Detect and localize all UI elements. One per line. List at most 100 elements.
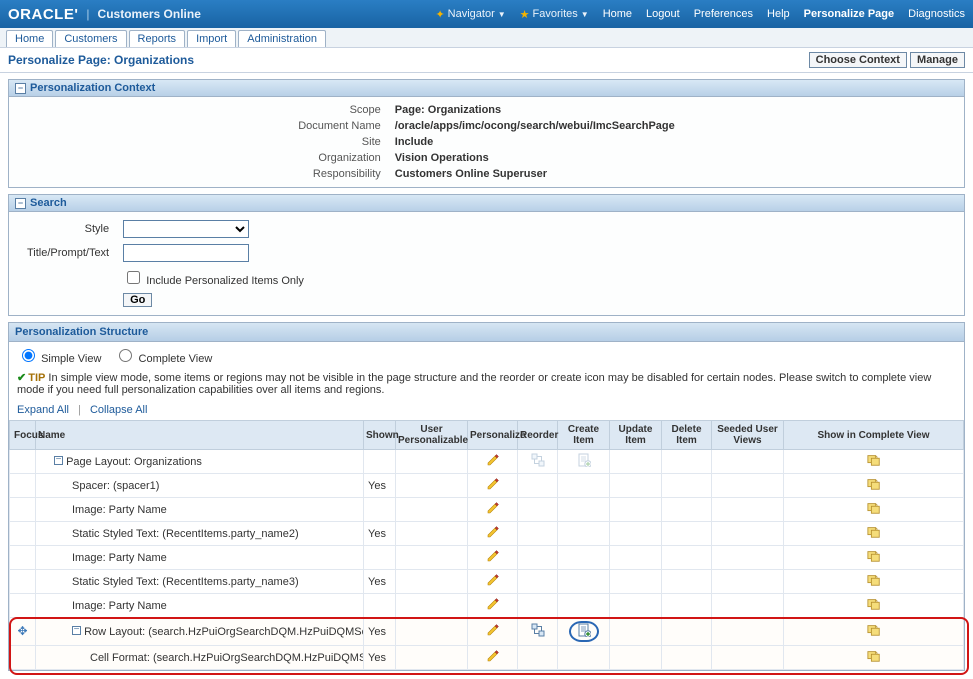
pencil-icon[interactable] (487, 481, 499, 493)
node-name: Static Styled Text: (RecentItems.party_n… (72, 576, 299, 588)
context-label: Site (292, 135, 387, 149)
oracle-logo-text: ORACLE' (8, 6, 78, 23)
node-name: Spacer: (spacer1) (72, 480, 159, 492)
expand-all-link[interactable]: Expand All (17, 404, 69, 416)
brand-block: ORACLE' | Customers Online (8, 6, 201, 23)
context-label: Document Name (292, 119, 387, 133)
preferences-link[interactable]: Preferences (694, 8, 753, 20)
show-in-complete-view-icon[interactable] (867, 628, 881, 640)
context-panel-header[interactable]: − Personalization Context (9, 80, 964, 97)
show-in-complete-view-icon[interactable] (867, 654, 881, 666)
node-name: Page Layout: Organizations (66, 456, 202, 468)
shown-value: Yes (364, 474, 396, 498)
go-button[interactable]: Go (123, 293, 152, 307)
caret-down-icon: ▼ (581, 10, 589, 19)
personalize-page-link[interactable]: Personalize Page (804, 8, 895, 20)
home-link[interactable]: Home (603, 8, 632, 20)
tab-reports[interactable]: Reports (129, 30, 186, 47)
pencil-icon[interactable] (487, 457, 499, 469)
shown-value: Yes (364, 618, 396, 646)
highlighted-oval (569, 621, 599, 642)
include-personalized-checkbox-label[interactable]: Include Personalized Items Only (123, 275, 304, 287)
context-value: Vision Operations (389, 151, 681, 165)
show-in-complete-view-icon[interactable] (867, 554, 881, 566)
node-name: Image: Party Name (72, 552, 167, 564)
show-in-complete-view-icon[interactable] (867, 578, 881, 590)
expand-collapse-icon[interactable] (72, 626, 81, 635)
complete-view-radio[interactable] (119, 349, 132, 362)
table-row: Spacer: (spacer1) Yes (10, 474, 964, 498)
col-shown: Shown (364, 421, 396, 450)
col-deleteitem: Delete Item (662, 421, 712, 450)
create-item-icon[interactable] (577, 628, 591, 640)
style-select[interactable] (123, 220, 249, 238)
context-table: ScopePage: OrganizationsDocument Name/or… (290, 101, 683, 183)
complete-view-radio-label[interactable]: Complete View (114, 353, 212, 365)
favorites-menu[interactable]: ★ Favorites ▼ (520, 8, 589, 21)
tab-home[interactable]: Home (6, 30, 53, 47)
shown-value (364, 594, 396, 618)
show-in-complete-view-icon[interactable] (867, 602, 881, 614)
table-row: Image: Party Name (10, 546, 964, 570)
pencil-icon[interactable] (487, 627, 499, 639)
pencil-icon[interactable] (487, 601, 499, 613)
col-createitem: Create Item (558, 421, 610, 450)
node-name: Image: Party Name (72, 600, 167, 612)
choose-context-button[interactable]: Choose Context (809, 52, 907, 68)
tip-label: TIP (28, 372, 45, 384)
expand-collapse-icon[interactable] (54, 456, 63, 465)
pencil-icon[interactable] (487, 653, 499, 665)
collapse-icon[interactable]: − (15, 83, 26, 94)
shown-value (364, 450, 396, 474)
collapse-all-link[interactable]: Collapse All (90, 404, 147, 416)
table-row: Static Styled Text: (RecentItems.party_n… (10, 570, 964, 594)
app-title: Customers Online (98, 7, 201, 21)
simple-view-radio-label[interactable]: Simple View (17, 353, 104, 365)
table-row: Cell Format: (search.HzPuiOrgSearchDQM.H… (10, 646, 964, 670)
col-updateitem: Update Item (610, 421, 662, 450)
table-row: Image: Party Name (10, 498, 964, 522)
show-in-complete-view-icon[interactable] (867, 482, 881, 494)
title-prompt-input[interactable] (123, 244, 249, 262)
search-panel: − Search Style Title/Prompt/Text Include… (8, 194, 965, 316)
col-reorder: Reorder (518, 421, 558, 450)
view-mode-row: Simple View Complete View (9, 342, 964, 369)
help-link[interactable]: Help (767, 8, 790, 20)
caret-down-icon: ▼ (498, 10, 506, 19)
pencil-icon[interactable] (487, 553, 499, 565)
reorder-icon[interactable] (531, 628, 545, 640)
context-value: /oracle/apps/imc/ocong/search/webui/ImcS… (389, 119, 681, 133)
page-title: Personalize Page: Organizations (8, 53, 194, 67)
simple-view-radio[interactable] (22, 349, 35, 362)
show-in-complete-view-icon[interactable] (867, 458, 881, 470)
shown-value (364, 498, 396, 522)
global-header: ORACLE' | Customers Online ✦ Navigator ▼… (0, 0, 973, 28)
context-label: Responsibility (292, 167, 387, 181)
context-value: Page: Organizations (389, 103, 681, 117)
shown-value: Yes (364, 646, 396, 670)
collapse-icon[interactable]: − (15, 198, 26, 209)
global-links: ✦ Navigator ▼ ★ Favorites ▼ Home Logout … (435, 8, 965, 21)
focus-icon[interactable]: ✥ (17, 624, 27, 638)
pencil-icon[interactable] (487, 529, 499, 541)
context-label: Organization (292, 151, 387, 165)
diagnostics-link[interactable]: Diagnostics (908, 8, 965, 20)
tab-administration[interactable]: Administration (238, 30, 326, 47)
pencil-icon[interactable] (487, 577, 499, 589)
context-value: Customers Online Superuser (389, 167, 681, 181)
search-panel-header[interactable]: − Search (9, 195, 964, 212)
create-item-icon (577, 458, 591, 470)
col-personalize: Personalize (468, 421, 518, 450)
shown-value: Yes (364, 570, 396, 594)
navigator-menu[interactable]: ✦ Navigator ▼ (435, 8, 505, 21)
manage-button[interactable]: Manage (910, 52, 965, 68)
pencil-icon[interactable] (487, 505, 499, 517)
tab-import[interactable]: Import (187, 30, 236, 47)
structure-panel-header: Personalization Structure (9, 323, 964, 342)
page-header: Personalize Page: Organizations Choose C… (0, 48, 973, 73)
include-personalized-checkbox[interactable] (127, 271, 140, 284)
navigator-icon: ✦ (435, 8, 444, 21)
logout-link[interactable]: Logout (646, 8, 680, 20)
show-in-complete-view-icon[interactable] (867, 530, 881, 542)
tab-customers[interactable]: Customers (55, 30, 126, 47)
